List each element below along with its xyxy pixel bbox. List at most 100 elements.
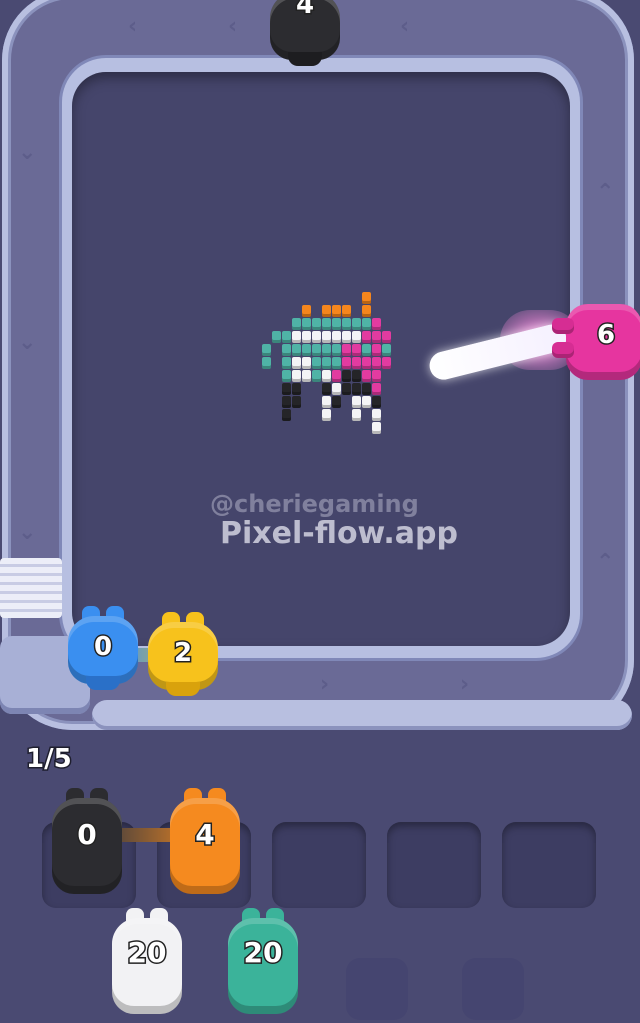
pixel-block: [342, 357, 351, 369]
pixel-block: [382, 357, 391, 369]
pixel-block: [262, 357, 271, 369]
pixel-block: [292, 331, 301, 343]
pixel-block: [302, 344, 311, 356]
pixel-block: [362, 396, 371, 408]
shooter-count: 0: [76, 817, 98, 853]
pixel-block: [342, 318, 351, 330]
pixel-block: [322, 409, 331, 421]
pixel-block: [342, 370, 351, 382]
pixel-block: [312, 331, 321, 343]
pixel-block: [382, 331, 391, 343]
track-shooter-yellow: 2: [144, 612, 222, 698]
pixel-block: [302, 318, 311, 330]
pixel-block: [322, 357, 331, 369]
pixel-block: [282, 396, 291, 408]
pixel-block: [342, 331, 351, 343]
pixel-block: [292, 396, 301, 408]
queue-slot-ghost: [462, 958, 524, 1020]
track-arrow-icon: ‹: [400, 14, 410, 39]
pixel-block: [322, 318, 331, 330]
shooter-count: 4: [294, 0, 315, 22]
pixel-block: [282, 357, 291, 369]
pixel-block: [352, 357, 361, 369]
pixel-block: [332, 383, 341, 395]
pixel-block: [372, 318, 381, 330]
pixel-block: [282, 409, 291, 421]
pixel-block: [372, 409, 381, 421]
pixel-block: [332, 370, 341, 382]
pixel-block: [322, 370, 331, 382]
pixel-block: [322, 344, 331, 356]
pixel-block: [282, 331, 291, 343]
queue-shooter-black[interactable]: 0: [48, 788, 126, 894]
game-stage: ‹ ‹ ‹ ⌄ ⌄ ⌄ ⌃ ⌃ › › 4 6 0 2 1/5 0 4 20 2…: [0, 0, 640, 1023]
track-arrow-icon: ›: [460, 672, 470, 697]
pixel-block: [292, 318, 301, 330]
queue-slot[interactable]: [387, 822, 481, 908]
watermark-site: Pixel-flow.app: [220, 516, 458, 551]
pixel-block: [372, 357, 381, 369]
pixel-block: [362, 331, 371, 343]
pixel-block: [372, 396, 381, 408]
shooter-count: 4: [194, 817, 216, 853]
pixel-block: [372, 422, 381, 434]
queue-shooter-white[interactable]: 20: [108, 908, 186, 1014]
pixel-block: [332, 331, 341, 343]
pixel-block: [282, 383, 291, 395]
pixel-block: [282, 370, 291, 382]
pixel-art-target: [262, 292, 404, 434]
pixel-block: [352, 396, 361, 408]
pixel-block: [362, 318, 371, 330]
pixel-block: [332, 344, 341, 356]
conveyor-bottom-lane: [92, 700, 632, 730]
queue-slot[interactable]: [272, 822, 366, 908]
shooter-count: 2: [172, 637, 193, 670]
pixel-block: [352, 383, 361, 395]
pixel-block: [292, 344, 301, 356]
pixel-block: [282, 344, 291, 356]
pixel-block: [362, 370, 371, 382]
shooter-count: 6: [595, 319, 616, 352]
pixel-block: [322, 305, 331, 317]
pixel-block: [262, 344, 271, 356]
pixel-block: [312, 318, 321, 330]
pixel-block: [312, 357, 321, 369]
shooter-count: 0: [92, 631, 113, 664]
pixel-block: [362, 305, 371, 317]
pixel-block: [302, 331, 311, 343]
watermark-handle: @cheriegaming: [210, 490, 419, 518]
track-arrow-icon: ⌄: [18, 520, 37, 545]
queue-shooter-teal[interactable]: 20: [224, 908, 302, 1014]
pixel-block: [272, 331, 281, 343]
shooter-count: 20: [126, 935, 168, 971]
pixel-block: [352, 344, 361, 356]
pixel-block: [322, 396, 331, 408]
pixel-block: [342, 305, 351, 317]
track-shooter-magenta: 6: [552, 298, 640, 384]
shooter-count: 20: [242, 935, 284, 971]
pixel-block: [372, 331, 381, 343]
track-shooter-black: 4: [266, 0, 344, 68]
pixel-block: [342, 344, 351, 356]
pixel-block: [292, 383, 301, 395]
pixel-block: [372, 344, 381, 356]
track-exit-stairs: [0, 558, 62, 618]
track-arrow-icon: ⌃: [596, 180, 615, 205]
queue-shooter-orange[interactable]: 4: [166, 788, 244, 894]
pixel-block: [332, 396, 341, 408]
pixel-block: [292, 370, 301, 382]
pixel-block: [342, 383, 351, 395]
pixel-block: [362, 292, 371, 304]
queue-slot[interactable]: [502, 822, 596, 908]
pixel-block: [292, 357, 301, 369]
pixel-block: [372, 383, 381, 395]
track-arrow-icon: ⌃: [596, 550, 615, 575]
pixel-block: [352, 409, 361, 421]
pixel-block: [362, 383, 371, 395]
pixel-block: [302, 305, 311, 317]
track-shooter-blue: 0: [64, 606, 142, 692]
track-arrow-icon: ⌄: [18, 330, 37, 355]
pixel-block: [312, 344, 321, 356]
track-arrow-icon: ⌄: [18, 140, 37, 165]
pixel-block: [312, 370, 321, 382]
